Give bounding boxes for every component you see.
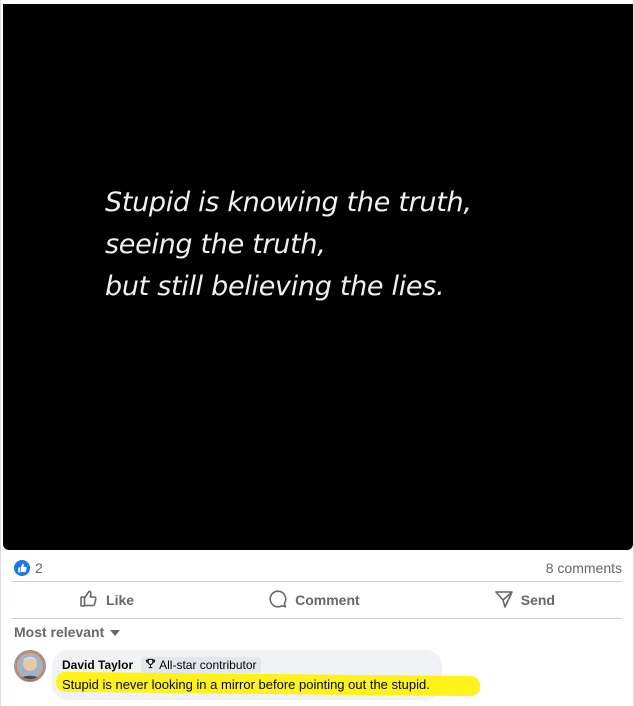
contributor-badge[interactable]: All-star contributor bbox=[141, 657, 261, 673]
sort-label: Most relevant bbox=[14, 624, 105, 640]
comment-text-wrap: Stupid is never looking in a mirror befo… bbox=[55, 671, 481, 697]
thumbs-up-icon bbox=[79, 589, 99, 612]
quote-line: but still believing the lies. bbox=[105, 271, 445, 302]
send-button[interactable]: Send bbox=[494, 589, 555, 612]
badge-label: All-star contributor bbox=[159, 658, 257, 672]
post-image[interactable]: Stupid is knowing the truth, seeing the … bbox=[3, 4, 633, 550]
comments-count-link[interactable]: 8 comments bbox=[546, 560, 622, 576]
trophy-icon bbox=[145, 658, 156, 672]
quote-text: Stupid is knowing the truth, seeing the … bbox=[105, 182, 472, 308]
comment-bubble: David Taylor All-star contributor Stupid… bbox=[52, 650, 481, 700]
quote-line: Stupid is knowing the truth, bbox=[105, 187, 472, 218]
post-stats: 2 8 comments bbox=[14, 558, 622, 578]
avatar[interactable] bbox=[14, 650, 46, 682]
like-label: Like bbox=[106, 592, 135, 608]
comment-text: Stupid is never looking in a mirror befo… bbox=[62, 677, 430, 692]
comment-sort-dropdown[interactable]: Most relevant bbox=[14, 624, 121, 640]
like-reaction-icon bbox=[14, 560, 30, 576]
comment-author[interactable]: David Taylor bbox=[62, 658, 133, 672]
comment-button[interactable]: Comment bbox=[268, 589, 360, 612]
divider bbox=[12, 618, 622, 619]
send-icon bbox=[494, 589, 514, 612]
reaction-count: 2 bbox=[35, 560, 43, 576]
like-button[interactable]: Like bbox=[79, 589, 134, 612]
comment-label: Comment bbox=[295, 592, 360, 608]
send-label: Send bbox=[520, 592, 555, 608]
comment-header: David Taylor All-star contributor bbox=[62, 657, 430, 673]
comment-bubble-icon bbox=[268, 589, 288, 612]
reactions-summary[interactable]: 2 bbox=[14, 560, 43, 576]
post-actions: Like Comment Send bbox=[12, 583, 622, 617]
comment: David Taylor All-star contributor Stupid… bbox=[14, 650, 481, 700]
caret-down-icon bbox=[110, 624, 121, 640]
quote-line: seeing the truth, bbox=[105, 229, 326, 260]
divider bbox=[12, 581, 622, 582]
